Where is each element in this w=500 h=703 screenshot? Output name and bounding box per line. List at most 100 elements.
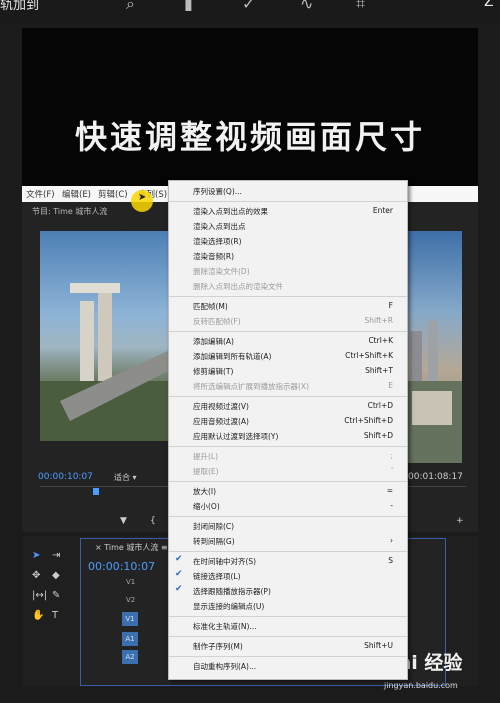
track-a2[interactable]: A2 xyxy=(122,650,138,664)
menu-item[interactable]: 封闭间隙(C) xyxy=(169,519,407,534)
top-toolbar: 轨加到 ⌕ ▮ ✓ ∿ ⌗ Z xyxy=(0,0,500,22)
menu-item-shortcut: Ctrl+D xyxy=(367,401,393,410)
menu-item[interactable]: 放大(I) = xyxy=(169,484,407,499)
trash-icon[interactable]: ▮ xyxy=(184,0,193,13)
top-right-label: Z xyxy=(484,0,494,10)
menu-item[interactable]: 修剪编辑(T) Shift+T xyxy=(169,364,407,379)
menu-item[interactable]: 自动重构序列(A)... xyxy=(169,659,407,674)
text-tool-icon[interactable]: T xyxy=(52,610,58,621)
track-select-icon[interactable]: ⇥ xyxy=(52,550,60,561)
sequence-timecode[interactable]: 00:00:10:07 xyxy=(88,560,155,573)
menu-item[interactable]: 转到间隔(G) › xyxy=(169,534,407,549)
menu-item-label: 提取(E) xyxy=(193,467,219,476)
menu-item[interactable]: 渲染音频(R) xyxy=(169,249,407,264)
menu-item-label: 修剪编辑(T) xyxy=(193,367,234,376)
menu-item-shortcut: = xyxy=(386,486,393,495)
menu-item[interactable]: 序列设置(Q)... xyxy=(169,184,407,199)
playhead-marker[interactable] xyxy=(93,488,99,495)
menu-item-label: 添加编辑(A) xyxy=(193,337,234,346)
track-v1[interactable]: V1 xyxy=(122,612,138,626)
menu-item-label: 转到间隔(G) xyxy=(193,537,235,546)
slip-icon[interactable]: |↔| xyxy=(32,590,47,601)
add-button[interactable]: + xyxy=(456,516,464,526)
menu-item[interactable]: 添加编辑到所有轨道(A) Ctrl+Shift+K xyxy=(169,349,407,364)
menu-item-label: 链接选择项(L) xyxy=(193,572,241,581)
checkmark-icon: ✔ xyxy=(175,554,183,564)
menu-item[interactable]: 添加编辑(A) Ctrl+K xyxy=(169,334,407,349)
menu-item[interactable]: 应用视频过渡(V) Ctrl+D xyxy=(169,399,407,414)
program-timecode[interactable]: 00:00:10:07 xyxy=(38,472,93,482)
menu-item-shortcut: Ctrl+K xyxy=(368,336,393,345)
menu-item: 将所选编辑点扩展到播放指示器(X) E xyxy=(169,379,407,394)
menu-separator xyxy=(169,481,407,482)
menu-item-label: 封闭间隙(C) xyxy=(193,522,235,531)
search-icon[interactable]: ⌕ xyxy=(126,0,135,14)
menu-item[interactable]: ✔ 链接选择项(L) xyxy=(169,569,407,584)
menu-item-shortcut: Ctrl+Shift+K xyxy=(345,351,393,360)
fit-select[interactable]: 适合 ▾ xyxy=(114,472,137,483)
menu-item-label: 添加编辑到所有轨道(A) xyxy=(193,352,272,361)
video-frame-left xyxy=(40,231,168,441)
menu-separator xyxy=(169,636,407,637)
menu-item: 提升(L); xyxy=(169,449,407,464)
menu-item-label: 应用默认过渡到选择项(Y) xyxy=(193,432,279,441)
menu-item-label: 显示连接的编辑点(U) xyxy=(193,602,265,611)
menu-item-shortcut: E xyxy=(388,381,393,390)
mouse-cursor-icon: ➤ xyxy=(138,192,147,203)
menu-item[interactable]: 匹配帧(M) F xyxy=(169,299,407,314)
menu-clip[interactable]: 剪辑(C) xyxy=(98,188,128,200)
menu-item[interactable]: ✔ 选择跟随播放指示器(P) xyxy=(169,584,407,599)
program-monitor-title[interactable]: 节目: Time 城市人流 xyxy=(32,206,107,217)
menu-separator xyxy=(169,656,407,657)
menu-item-label: 渲染选择项(R) xyxy=(193,237,242,246)
menu-item-label: 删除入点到出点的渲染文件 xyxy=(193,282,283,291)
menu-separator xyxy=(169,201,407,202)
menu-edit[interactable]: 编辑(E) xyxy=(62,188,91,200)
menu-item[interactable]: 渲染入点到出点 xyxy=(169,219,407,234)
menu-file[interactable]: 文件(F) xyxy=(26,188,55,200)
menu-item-label: 缩小(O) xyxy=(193,502,220,511)
selection-tool-icon[interactable]: ➤ xyxy=(32,550,40,561)
menu-item[interactable]: 应用音频过渡(A) Ctrl+Shift+D xyxy=(169,414,407,429)
menu-item[interactable]: 制作子序列(M) Shift+U xyxy=(169,639,407,654)
menu-item-shortcut: › xyxy=(390,536,393,545)
menu-item[interactable]: 标准化主轨道(N)... xyxy=(169,619,407,634)
menu-item[interactable]: ✔ 在时间轴中对齐(S) S xyxy=(169,554,407,569)
top-title: 轨加到 xyxy=(0,0,40,13)
menu-item-label: 渲染音频(R) xyxy=(193,252,235,261)
pen-icon[interactable]: ✎ xyxy=(52,590,60,601)
menu-item[interactable]: 应用默认过渡到选择项(Y) Shift+D xyxy=(169,429,407,444)
menu-item[interactable]: 渲染选择项(R) xyxy=(169,234,407,249)
menu-item-shortcut: ; xyxy=(390,451,393,460)
menu-item[interactable]: 缩小(O) - xyxy=(169,499,407,514)
menu-separator xyxy=(169,331,407,332)
menu-separator xyxy=(169,616,407,617)
menu-item: 提取(E) ' xyxy=(169,464,407,479)
menu-item-label: 删除渲染文件(D) xyxy=(193,267,250,276)
menu-item-label: 制作子序列(M) xyxy=(193,642,243,651)
track-label-v2: V2 xyxy=(126,596,136,604)
hand-icon[interactable]: ✋ xyxy=(32,610,44,621)
check-icon[interactable]: ✓ xyxy=(242,0,255,13)
menu-item-label: 应用音频过渡(A) xyxy=(193,417,249,426)
menu-item[interactable]: 显示连接的编辑点(U) xyxy=(169,599,407,614)
marker-button[interactable]: ▼ xyxy=(120,516,127,526)
checkmark-icon: ✔ xyxy=(175,584,183,594)
curve-icon[interactable]: ∿ xyxy=(300,0,313,13)
ripple-edit-icon[interactable]: ✥ xyxy=(32,570,40,581)
video-caption-frame xyxy=(22,28,478,186)
razor-icon[interactable]: ◆ xyxy=(52,570,60,581)
menu-item: 删除入点到出点的渲染文件 xyxy=(169,279,407,294)
track-a1[interactable]: A1 xyxy=(122,632,138,646)
menu-item-label: 渲染入点到出点 xyxy=(193,222,246,231)
track-label-v1-top: V1 xyxy=(126,578,136,586)
sequence-dropdown-menu: 序列设置(Q)... 渲染入点到出点的效果 Enter 渲染入点到出点 渲染选择项(R)… xyxy=(168,180,408,680)
crop-icon[interactable]: ⌗ xyxy=(356,0,365,14)
video-caption: 快速调整视频画面尺寸 xyxy=(74,118,425,156)
baidu-watermark-url: jingyan.baidu.com xyxy=(384,681,458,690)
menu-item: 删除渲染文件(D) xyxy=(169,264,407,279)
sequence-tab[interactable]: × Time 城市人流 ≡ xyxy=(95,542,168,553)
menu-item[interactable]: 渲染入点到出点的效果 Enter xyxy=(169,204,407,219)
menu-item-shortcut: - xyxy=(390,501,393,510)
mark-in-button[interactable]: { xyxy=(150,516,156,526)
